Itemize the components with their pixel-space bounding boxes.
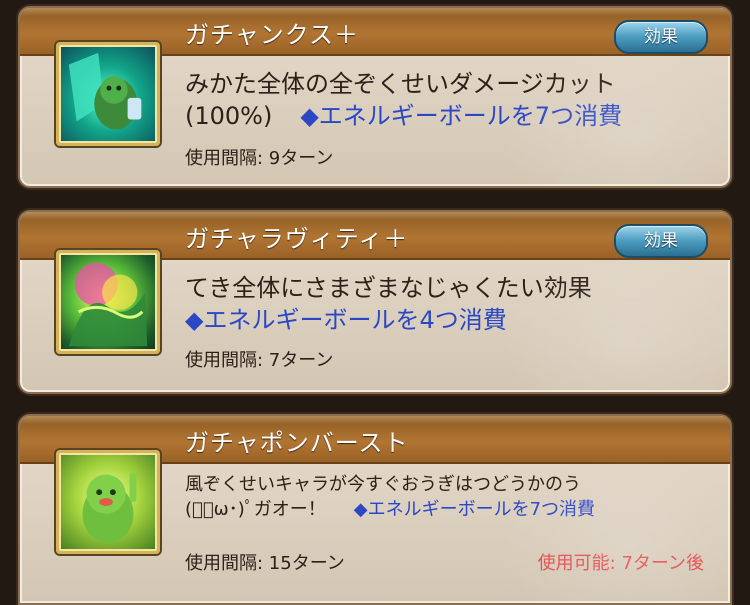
energy-cost: ◆エネルギーボールを7つ消費 <box>353 499 596 520</box>
skill-card-gachanx[interactable]: ガチャンクス＋ 効果 みかた全体の全ぞくせいダメージカット (100%) ◆エネル… <box>18 6 732 188</box>
energy-cost: ◆エネルギーボールを7つ消費 <box>300 102 623 130</box>
availability-status: 使用可能: 7ターン後 <box>537 553 704 574</box>
use-interval: 使用間隔: 9ターン <box>185 148 334 169</box>
energy-cost: ◆エネルギーボールを4つ消費 <box>185 306 507 334</box>
description-line: てき全体にさまざまなじゃくたい効果 <box>185 274 592 302</box>
skill-description: 風ぞくせいキャラが今すぐおうぎはつどうかのう (ﾟ･ω･)ﾟガオー！ ◆エネルギー… <box>185 472 700 522</box>
description-line: みかた全体の全ぞくせいダメージカット <box>185 70 616 98</box>
effect-button[interactable]: 効果 <box>614 224 708 258</box>
use-interval: 使用間隔: 7ターン <box>185 350 334 371</box>
use-interval: 使用間隔: 15ターン <box>185 553 345 574</box>
description-prefix: (ﾟ･ω･)ﾟガオー！ <box>185 499 326 520</box>
description-prefix: (100%) <box>185 102 273 130</box>
effect-button[interactable]: 効果 <box>614 20 708 54</box>
skill-description: てき全体にさまざまなじゃくたい効果 ◆エネルギーボールを4つ消費 <box>185 272 700 336</box>
skill-name: ガチャンクス＋ <box>185 21 360 49</box>
description-line: 風ぞくせいキャラが今すぐおうぎはつどうかのう <box>185 474 581 495</box>
shield-guard-icon <box>56 42 160 146</box>
skill-description: みかた全体の全ぞくせいダメージカット (100%) ◆エネルギーボールを7つ消費 <box>185 68 700 132</box>
skill-card-gachapon-burst[interactable]: ガチャポンバースト 風ぞくせいキャラが今すぐおうぎはつどうかのう (ﾟ･ω･)ﾟ… <box>18 414 732 605</box>
green-aura-burst-icon <box>56 250 160 354</box>
green-mascot-icon <box>56 450 160 554</box>
skill-name: ガチャラヴィティ＋ <box>185 225 409 253</box>
skill-card-gacharavity[interactable]: ガチャラヴィティ＋ 効果 てき全体にさまざまなじゃくたい効果 ◆エネルギーボール… <box>18 210 732 394</box>
skill-name: ガチャポンバースト <box>185 429 409 457</box>
